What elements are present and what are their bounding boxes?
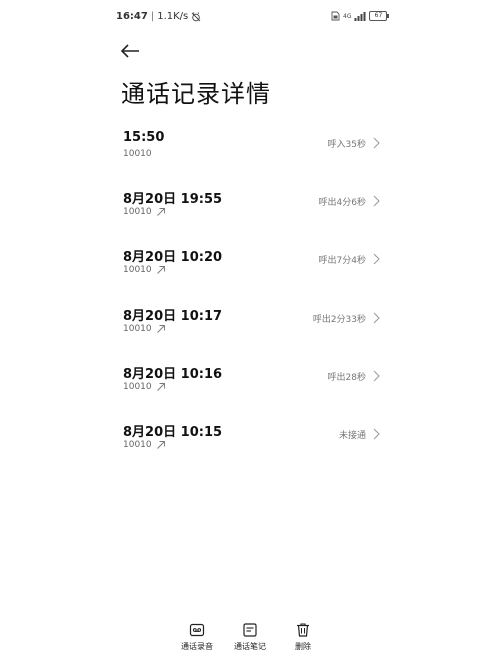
outgoing-call-icon	[156, 383, 165, 391]
status-separator: |	[150, 11, 155, 22]
call-status: 呼出7分4秒	[318, 256, 366, 266]
status-left: 16:47 | 1.1K/s	[116, 11, 201, 22]
call-number: 10010	[123, 207, 152, 217]
call-row[interactable]: 8月20日 10:15 10010 未接通	[110, 415, 390, 465]
network-type-label: 4G	[343, 12, 352, 20]
call-number: 10010	[123, 324, 152, 334]
call-number-line: 10010	[123, 440, 166, 450]
call-status: 呼入35秒	[327, 140, 366, 150]
chevron-right-icon	[373, 370, 380, 382]
call-row[interactable]: 8月20日 10:16 10010 呼出28秒	[110, 357, 390, 407]
call-status: 呼出4分6秒	[318, 198, 366, 208]
call-status: 呼出2分33秒	[312, 315, 366, 325]
chevron-right-icon	[373, 195, 380, 207]
call-number-line: 10010	[123, 265, 166, 275]
call-status: 呼出28秒	[327, 373, 366, 383]
call-recording-label: 通话录音	[181, 642, 213, 651]
outgoing-call-icon	[156, 325, 165, 333]
call-row[interactable]: 8月20日 10:17 10010 呼出2分33秒	[110, 299, 390, 349]
trash-icon	[297, 623, 309, 637]
chevron-right-icon	[373, 312, 380, 324]
status-right: 4G 67	[331, 11, 390, 21]
outgoing-call-icon	[156, 266, 165, 274]
status-bar: 16:47 | 1.1K/s 4G 67	[0, 0, 500, 34]
chevron-right-icon	[373, 137, 380, 149]
recording-icon	[189, 623, 205, 637]
outgoing-call-icon	[156, 441, 165, 449]
call-number-line: 10010	[123, 207, 166, 217]
call-time: 15:50	[123, 130, 165, 145]
call-time: 8月20日 10:15	[123, 425, 223, 440]
call-number: 10010	[123, 440, 152, 450]
call-notes-button[interactable]: 通话笔记	[224, 618, 276, 658]
call-row[interactable]: 8月20日 19:55 10010 呼出4分6秒	[110, 182, 390, 232]
notes-icon	[243, 623, 257, 637]
call-status: 未接通	[338, 431, 366, 441]
status-time: 16:47	[116, 11, 148, 22]
call-row[interactable]: 8月20日 10:20 10010 呼出7分4秒	[110, 240, 390, 290]
bottom-toolbar: 通话录音 通话笔记 删除	[0, 618, 500, 666]
call-number: 10010	[123, 382, 152, 392]
alarm-muted-icon	[191, 11, 201, 21]
call-number: 10010	[123, 149, 152, 159]
call-notes-label: 通话笔记	[234, 642, 266, 651]
back-arrow-icon	[120, 44, 139, 58]
call-time: 8月20日 10:16	[123, 367, 223, 382]
call-number: 10010	[123, 265, 152, 275]
battery-icon: 67	[369, 11, 390, 21]
chevron-right-icon	[373, 428, 380, 440]
call-time: 8月20日 10:17	[123, 309, 223, 324]
network-speed: 1.1K/s	[157, 11, 189, 22]
call-time: 8月20日 10:20	[123, 250, 223, 265]
call-number-line: 10010	[123, 382, 166, 392]
call-number-line: 10010	[123, 149, 152, 159]
chevron-right-icon	[373, 253, 380, 265]
delete-button[interactable]: 删除	[277, 618, 329, 658]
call-time: 8月20日 19:55	[123, 192, 223, 207]
delete-label: 删除	[295, 642, 311, 651]
sim-card-icon	[331, 11, 340, 21]
call-recording-button[interactable]: 通话录音	[171, 618, 223, 658]
call-row[interactable]: 15:50 10010 呼入35秒	[110, 124, 390, 174]
outgoing-call-icon	[156, 208, 165, 216]
page-title: 通话记录详情	[121, 80, 271, 108]
signal-strength-icon	[354, 12, 366, 21]
call-number-line: 10010	[123, 324, 166, 334]
back-button[interactable]	[118, 40, 142, 62]
